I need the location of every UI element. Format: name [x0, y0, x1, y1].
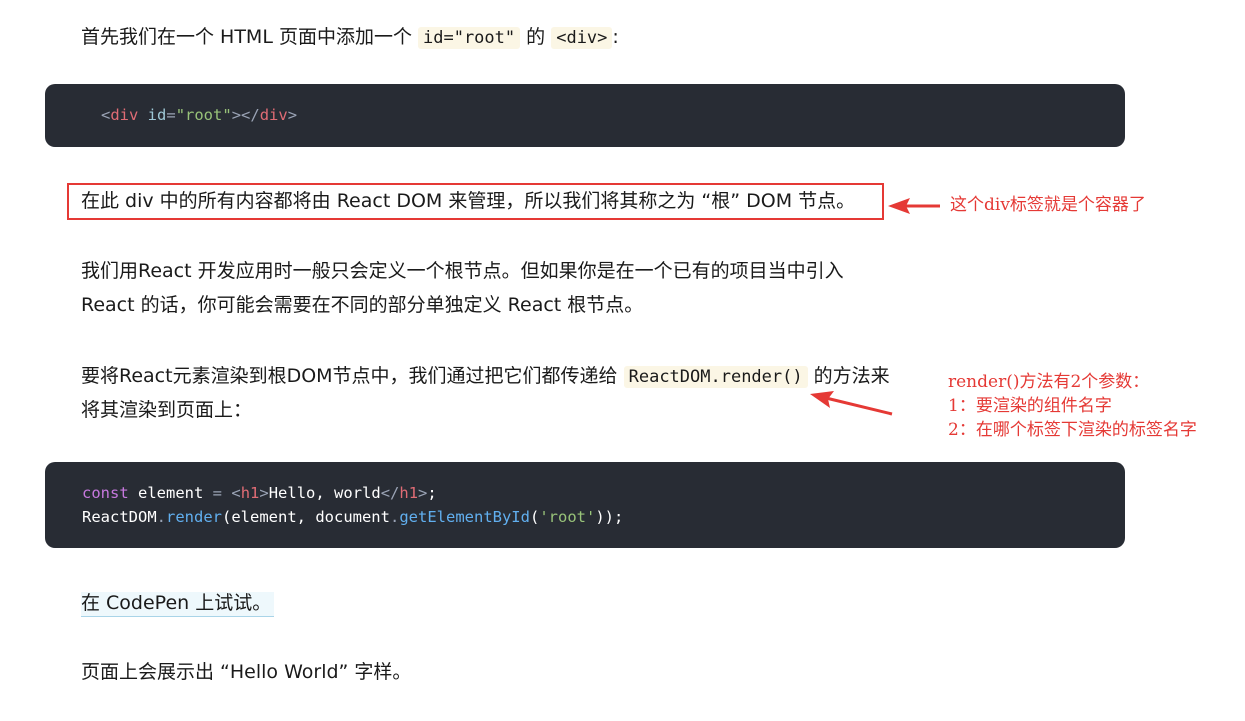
codepen-paragraph: 在 CodePen 上试试。	[81, 586, 275, 620]
paragraph-render-line1: 要将React元素渲染到根DOM节点中，我们通过把它们都传递给 ReactDOM…	[81, 365, 890, 388]
arrow-icon-1	[888, 198, 940, 214]
paragraph-render-line2: 将其渲染到页面上：	[81, 399, 253, 421]
code-line-1: const element = <h1>Hello, world</h1>;	[82, 484, 437, 502]
root-node-paragraph: 在此 div 中的所有内容都将由 React DOM 来管理，所以我们将其称之为…	[81, 190, 856, 212]
inline-code-id-root: id="root"	[418, 27, 521, 49]
paragraph-root-nodes-line2: React 的话，你可能会需要在不同的部分单独定义 React 根节点。	[81, 294, 644, 316]
inline-code-reactdom-render: ReactDOM.render()	[623, 366, 808, 388]
annotation-render-params: render()方法有2个参数： 1：要渲染的组件名字 2：在哪个标签下渲染的标…	[948, 372, 1197, 440]
intro-paragraph: 首先我们在一个 HTML 页面中添加一个 id="root" 的 <div>:	[81, 26, 619, 49]
hello-world-paragraph: 页面上会展示出 “Hello World” 字样。	[81, 661, 412, 683]
code-line-2: ReactDOM.render(element, document.getEle…	[82, 508, 624, 526]
codepen-link[interactable]: 在 CodePen 上试试。	[81, 592, 275, 617]
code-block-root-div: <div id="root"></div>	[45, 84, 1125, 147]
inline-code-div: <div>	[551, 27, 613, 49]
annotation-container-note: 这个div标签就是个容器了	[950, 195, 1146, 215]
code-block-render: const element = <h1>Hello, world</h1>; Re…	[45, 462, 1125, 548]
paragraph-root-nodes-line1: 我们用React 开发应用时一般只会定义一个根节点。但如果你是在一个已有的项目当…	[81, 260, 844, 282]
arrow-icon-2	[810, 391, 893, 416]
